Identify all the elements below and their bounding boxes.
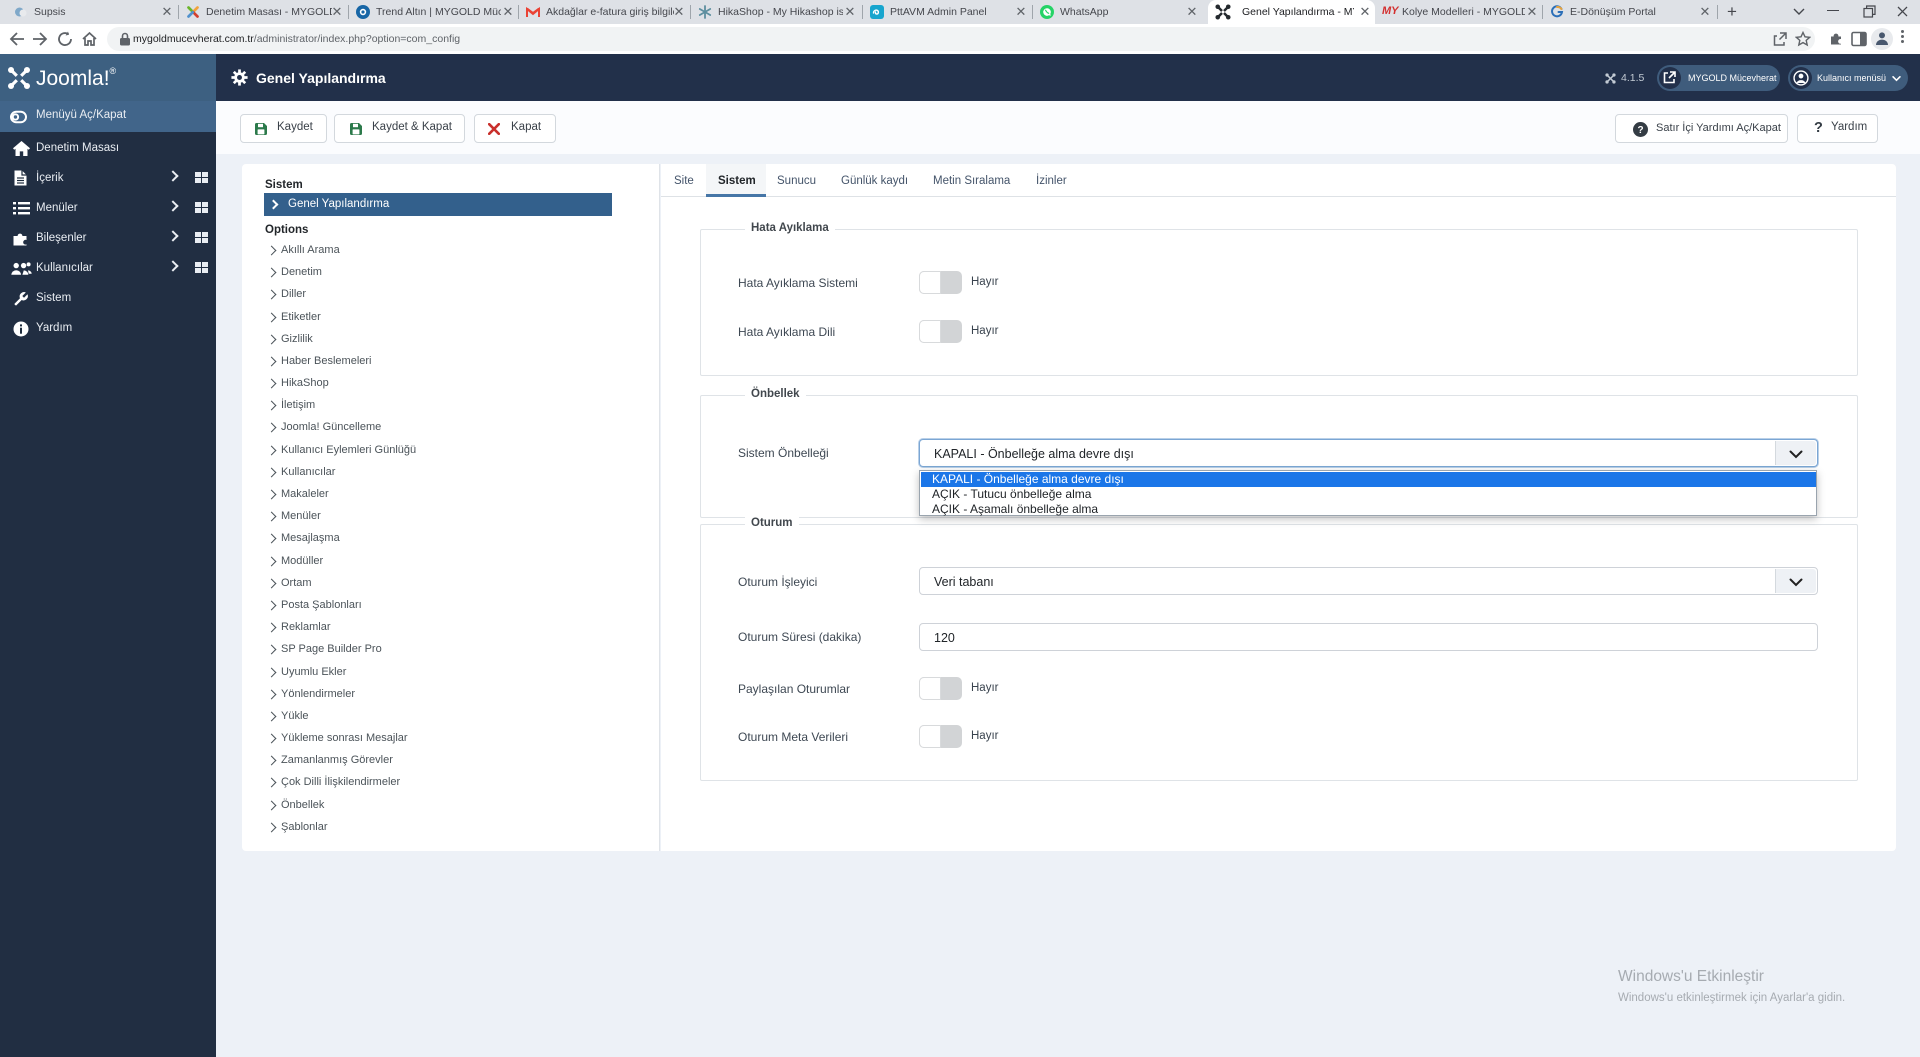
svg-text:?: ? bbox=[1637, 125, 1643, 136]
